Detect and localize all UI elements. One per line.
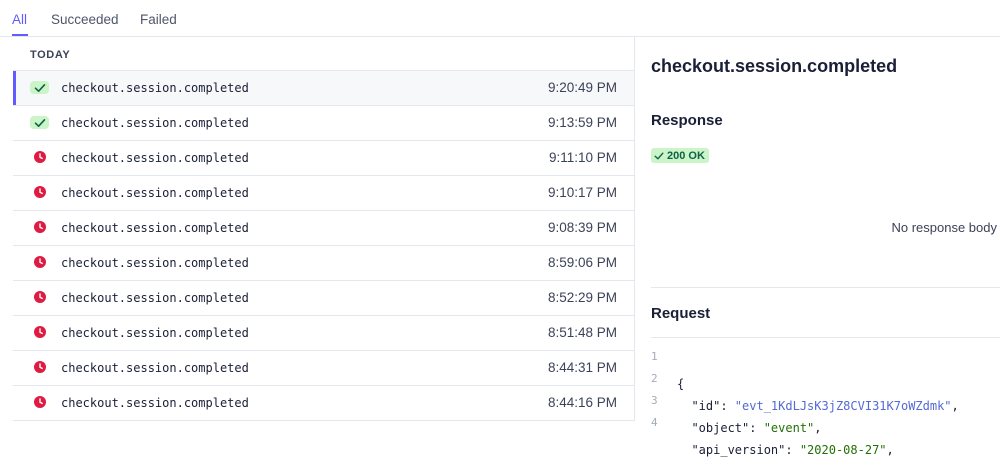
event-time: 9:08:39 PM <box>547 220 617 235</box>
event-name: checkout.session.completed <box>61 81 249 95</box>
event-row[interactable]: checkout.session.completed 9:08:39 PM <box>13 210 634 245</box>
event-detail-panel: checkout.session.completed Response 200 … <box>635 37 1000 457</box>
code-line: 3 "object": "event", <box>651 393 822 435</box>
json-key: "api_version": <box>677 443 800 457</box>
event-time: 8:59:06 PM <box>547 255 617 270</box>
event-time: 9:11:10 PM <box>548 150 617 165</box>
event-time: 9:10:17 PM <box>547 185 617 200</box>
no-response-body-text: No response body <box>891 220 997 235</box>
event-row[interactable]: checkout.session.completed 8:52:29 PM <box>13 280 634 315</box>
tab-succeeded[interactable]: Succeeded <box>51 12 119 27</box>
clock-icon <box>34 326 46 338</box>
json-punct: , <box>951 399 959 413</box>
line-number: 1 <box>651 350 658 363</box>
json-value: "evt_1KdLJsK3jZ8CVI31K7oWZdmk" <box>734 399 952 413</box>
line-number: 4 <box>651 416 658 429</box>
event-list-panel: TODAY checkout.session.completed 9:20:49 … <box>0 37 634 421</box>
event-name: checkout.session.completed <box>61 116 249 130</box>
event-name: checkout.session.completed <box>61 256 249 270</box>
status-badge-label: 200 OK <box>667 149 705 162</box>
event-time: 8:52:29 PM <box>547 290 617 305</box>
event-time: 9:20:49 PM <box>547 80 617 95</box>
clock-icon <box>34 396 46 408</box>
status-badge: 200 OK <box>651 148 709 163</box>
request-code-block: 1 { 2 "id": "evt_1KdLJsK3jZ8CVI31K7oWZdm… <box>651 349 959 457</box>
check-icon <box>654 152 664 159</box>
event-time: 8:51:48 PM <box>547 325 617 340</box>
event-detail-title: checkout.session.completed <box>651 56 898 76</box>
clock-icon <box>34 361 46 373</box>
code-text: "id": "evt_1KdLJsK3jZ8CVI31K7oWZdmk", <box>677 399 959 413</box>
tab-all[interactable]: All <box>12 12 27 27</box>
check-icon <box>30 116 49 129</box>
line-number: 3 <box>651 394 658 407</box>
event-name: checkout.session.completed <box>61 291 249 305</box>
event-row[interactable]: checkout.session.completed 9:11:10 PM <box>13 140 634 175</box>
event-row[interactable]: checkout.session.completed 8:44:31 PM <box>13 350 634 385</box>
event-row[interactable]: checkout.session.completed 8:59:06 PM <box>13 245 634 280</box>
response-heading: Response <box>651 112 723 129</box>
filter-tabs: All Succeeded Failed <box>0 0 1000 37</box>
event-list: checkout.session.completed 9:20:49 PM chec… <box>13 70 634 421</box>
clock-icon <box>34 221 46 233</box>
event-time: 8:44:16 PM <box>547 395 617 410</box>
event-time: 8:44:31 PM <box>547 360 617 375</box>
json-punct: , <box>814 421 822 435</box>
event-name: checkout.session.completed <box>61 361 249 375</box>
code-separator <box>651 337 1000 338</box>
clock-icon <box>34 151 46 163</box>
event-name: checkout.session.completed <box>61 396 249 410</box>
code-line: 2 "id": "evt_1KdLJsK3jZ8CVI31K7oWZdmk", <box>651 371 959 413</box>
tab-failed[interactable]: Failed <box>140 12 177 27</box>
request-separator <box>651 287 1000 288</box>
event-name: checkout.session.completed <box>61 186 249 200</box>
event-row[interactable]: checkout.session.completed 8:51:48 PM <box>13 315 634 350</box>
clock-icon <box>34 256 46 268</box>
event-row[interactable]: checkout.session.completed 9:13:59 PM <box>13 105 634 140</box>
json-punct: , <box>886 443 894 457</box>
event-name: checkout.session.completed <box>61 326 249 340</box>
section-label-today: TODAY <box>30 49 71 61</box>
json-value: "2020-08-27" <box>799 443 887 457</box>
code-text: "api_version": "2020-08-27", <box>677 443 894 457</box>
code-line: 4 "api_version": "2020-08-27", <box>651 415 894 457</box>
event-row[interactable]: checkout.session.completed 9:20:49 PM <box>13 70 634 105</box>
active-tab-indicator <box>12 34 28 36</box>
check-icon <box>30 81 49 94</box>
request-heading: Request <box>651 305 711 322</box>
line-number: 2 <box>651 372 658 385</box>
clock-icon <box>34 186 46 198</box>
event-name: checkout.session.completed <box>61 221 249 235</box>
event-row[interactable]: checkout.session.completed 9:10:17 PM <box>13 175 634 210</box>
event-name: checkout.session.completed <box>61 151 249 165</box>
code-line: 1 { <box>651 349 694 391</box>
code-text: "object": "event", <box>677 421 822 435</box>
clock-icon <box>34 291 46 303</box>
json-value: "event" <box>763 421 815 435</box>
event-row[interactable]: checkout.session.completed 8:44:16 PM <box>13 385 634 421</box>
event-time: 9:13:59 PM <box>547 115 617 130</box>
